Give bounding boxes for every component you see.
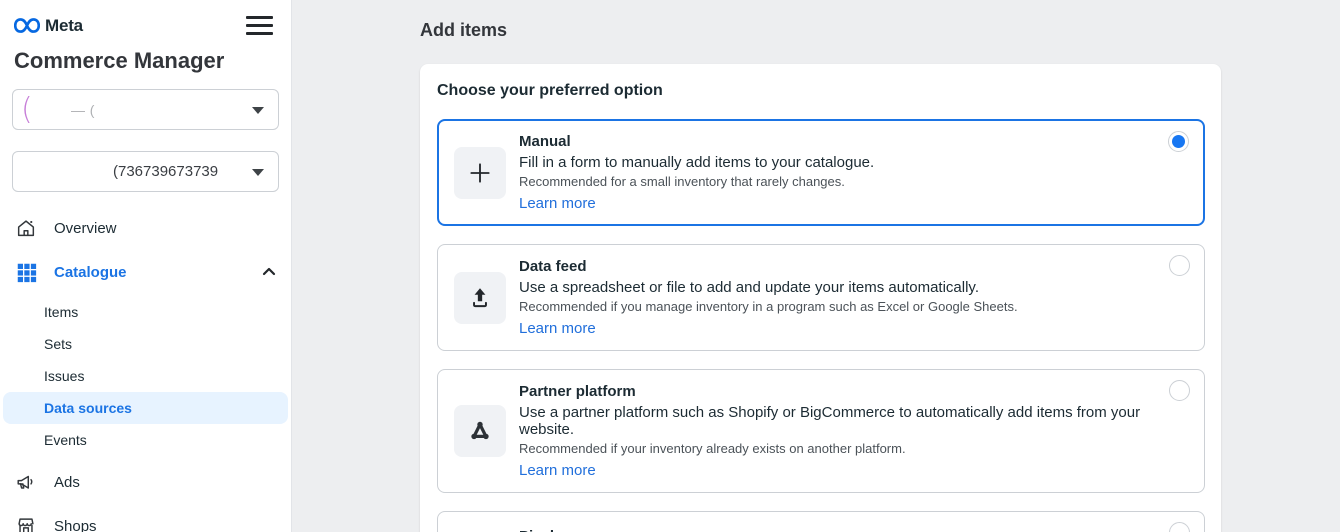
- main-content: Add items Choose your preferred option M…: [292, 0, 1340, 532]
- option-description: Use a partner platform such as Shopify o…: [519, 404, 1152, 438]
- sidebar-item-sets[interactable]: Sets: [0, 328, 291, 360]
- chevron-down-icon: [252, 107, 264, 114]
- option-title: Data feed: [519, 258, 1018, 275]
- radio-button[interactable]: [1169, 380, 1190, 401]
- option-icon-box: [454, 405, 506, 457]
- grid-icon: [14, 260, 38, 284]
- sidebar-item-items[interactable]: Items: [0, 296, 291, 328]
- storefront-icon: [14, 514, 38, 532]
- radio-button[interactable]: [1169, 255, 1190, 276]
- option-partner-platform[interactable]: Partner platform Use a partner platform …: [437, 369, 1205, 493]
- option-recommendation: Recommended if you manage inventory in a…: [519, 299, 1018, 314]
- learn-more-link[interactable]: Learn more: [519, 320, 596, 337]
- option-description: Fill in a form to manually add items to …: [519, 154, 874, 171]
- redacted-avatar-mark: (: [21, 92, 33, 127]
- business-selector[interactable]: ( — (: [12, 89, 279, 130]
- plus-icon: [467, 160, 493, 186]
- app-title: Commerce Manager: [14, 48, 277, 74]
- sidebar-item-label: Catalogue: [54, 264, 127, 281]
- sidebar-item-label: Shops: [54, 518, 97, 532]
- sidebar-item-overview[interactable]: Overview: [0, 206, 291, 250]
- sidebar-item-events[interactable]: Events: [0, 424, 291, 456]
- sidebar-item-issues[interactable]: Issues: [0, 360, 291, 392]
- page-title: Add items: [420, 20, 1340, 41]
- sidebar-item-data-sources[interactable]: Data sources: [3, 392, 288, 424]
- option-recommendation: Recommended for a small inventory that r…: [519, 174, 874, 189]
- hamburger-menu-icon[interactable]: [244, 12, 275, 39]
- sidebar-item-ads[interactable]: Ads: [0, 460, 291, 504]
- sidebar-item-shops[interactable]: Shops: [0, 504, 291, 532]
- option-title: Pixel: [519, 528, 988, 532]
- sidebar-header: Meta: [0, 0, 291, 39]
- option-manual[interactable]: Manual Fill in a form to manually add it…: [437, 119, 1205, 226]
- redacted-text-artifact: — (: [71, 102, 95, 118]
- sidebar-item-label: Ads: [54, 474, 80, 491]
- sidebar-item-catalogue[interactable]: Catalogue: [0, 250, 291, 294]
- card-title: Choose your preferred option: [437, 82, 1205, 100]
- meta-infinity-icon: [14, 17, 40, 34]
- partner-icon: [467, 418, 493, 444]
- option-title: Partner platform: [519, 383, 1152, 400]
- radio-button[interactable]: [1168, 131, 1189, 152]
- options-card: Choose your preferred option Manual Fill…: [420, 64, 1221, 532]
- chevron-up-icon[interactable]: [261, 264, 277, 280]
- option-data-feed[interactable]: Data feed Use a spreadsheet or file to a…: [437, 244, 1205, 351]
- sidebar-nav: Overview Catalogue Items Sets Issues Dat: [0, 206, 291, 532]
- sidebar: Meta Commerce Manager ( — ( (73673967373…: [0, 0, 292, 532]
- option-pixel[interactable]: </> Pixel Use your Facebook pixel to aut…: [437, 511, 1205, 532]
- catalogue-sub-list: Items Sets Issues Data sources Events: [0, 294, 291, 460]
- learn-more-link[interactable]: Learn more: [519, 195, 596, 212]
- option-icon-box: [454, 272, 506, 324]
- catalog-selector-value: (736739673739: [113, 163, 218, 180]
- home-icon: [14, 216, 38, 240]
- learn-more-link[interactable]: Learn more: [519, 462, 596, 479]
- meta-logo: Meta: [14, 16, 83, 36]
- option-title: Manual: [519, 133, 874, 150]
- option-recommendation: Recommended if your inventory already ex…: [519, 441, 1152, 456]
- meta-brand-text: Meta: [45, 16, 83, 36]
- option-description: Use a spreadsheet or file to add and upd…: [519, 279, 1018, 296]
- upload-icon: [467, 285, 493, 311]
- option-icon-box: [454, 147, 506, 199]
- radio-button[interactable]: [1169, 522, 1190, 532]
- chevron-down-icon: [252, 169, 264, 176]
- catalog-selector[interactable]: (736739673739: [12, 151, 279, 192]
- sidebar-item-label: Overview: [54, 220, 117, 237]
- megaphone-icon: [14, 470, 38, 494]
